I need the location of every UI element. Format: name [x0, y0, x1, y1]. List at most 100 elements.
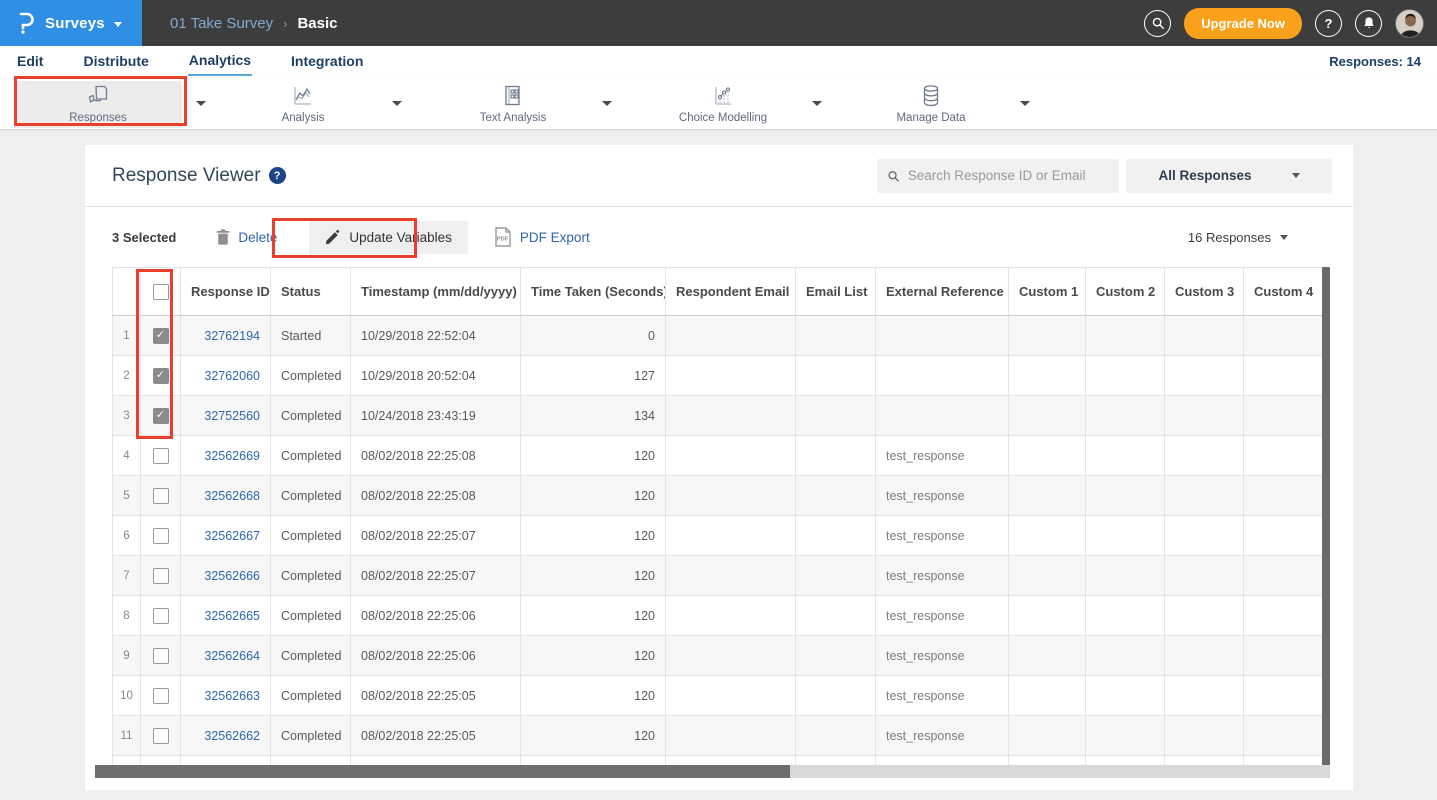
custom-3-cell [1165, 596, 1244, 636]
filter-selected-value: All Responses [1158, 168, 1251, 183]
response-id-link[interactable]: 32562668 [204, 489, 260, 503]
response-id-link[interactable]: 32562669 [204, 449, 260, 463]
custom-2-cell [1086, 676, 1165, 716]
toolbar-item-caret[interactable] [1020, 101, 1030, 106]
tab-integration[interactable]: Integration [290, 48, 364, 75]
vertical-scrollbar[interactable] [1322, 267, 1330, 765]
help-icon[interactable]: ? [1315, 10, 1342, 37]
title-help-icon[interactable]: ? [269, 167, 286, 184]
response-filter-dropdown[interactable]: All Responses [1126, 159, 1332, 193]
respondent-email-cell [666, 516, 796, 556]
response-id-link[interactable]: 32762194 [204, 329, 260, 343]
response-id-link[interactable]: 32562662 [204, 729, 260, 743]
row-checkbox[interactable] [153, 448, 169, 464]
toolbar-item-label: Text Analysis [480, 112, 546, 124]
custom-1-cell [1009, 716, 1086, 756]
response-id-link[interactable]: 32562666 [204, 569, 260, 583]
analytics-toolbar: Responses Analysis Text Analysis Choice Mod… [0, 77, 1437, 130]
row-checkbox[interactable] [153, 528, 169, 544]
custom-4-cell [1244, 436, 1323, 476]
email-list-cell [796, 756, 876, 766]
delete-label: Delete [238, 230, 277, 245]
breadcrumb-survey-name[interactable]: 01 Take Survey [170, 15, 273, 32]
respondent-email-cell [666, 756, 796, 766]
search-icon[interactable] [1144, 10, 1171, 37]
select-all-checkbox[interactable] [153, 284, 169, 300]
status-cell: Completed [271, 396, 351, 436]
custom-2-cell [1086, 356, 1165, 396]
row-number: 7 [113, 556, 141, 596]
status-cell [271, 756, 351, 766]
column-header-response-id[interactable]: Response ID▲▼ [181, 268, 271, 316]
search-input[interactable] [908, 168, 1109, 183]
response-id-link[interactable]: 32562665 [204, 609, 260, 623]
row-checkbox[interactable] [153, 488, 169, 504]
toolbar-item-caret[interactable] [812, 101, 822, 106]
row-checkbox-cell [141, 716, 181, 756]
toolbar-item-label: Analysis [282, 112, 325, 124]
row-checkbox[interactable]: ✓ [153, 408, 169, 424]
custom-3-cell [1165, 636, 1244, 676]
chevron-down-icon [1292, 173, 1300, 178]
response-id-link[interactable]: 32562663 [204, 689, 260, 703]
tab-analytics[interactable]: Analytics [188, 47, 252, 76]
column-header-timestamp-mm-dd-yyyy-[interactable]: Timestamp (mm/dd/yyyy)▲▼ [351, 268, 521, 316]
update-variables-button[interactable]: Update Variables [309, 221, 468, 254]
response-id-cell: 32562666 [181, 556, 271, 596]
user-avatar[interactable] [1395, 9, 1424, 38]
response-id-link[interactable]: 32562667 [204, 529, 260, 543]
row-checkbox[interactable] [153, 688, 169, 704]
surveys-menu[interactable]: Surveys [0, 0, 142, 46]
column-header-label: Timestamp (mm/dd/yyyy) [361, 284, 517, 299]
tab-distribute[interactable]: Distribute [82, 48, 149, 75]
column-header-label: Respondent Email [676, 284, 789, 299]
row-checkbox[interactable] [153, 648, 169, 664]
response-id-cell: 32562663 [181, 676, 271, 716]
toolbar-item-caret[interactable] [602, 101, 612, 106]
table-row: 432562669Completed08/02/2018 22:25:08120… [113, 436, 1323, 476]
column-header-time-taken-seconds-[interactable]: Time Taken (Seconds)▲▼ [521, 268, 666, 316]
custom-2-cell [1086, 476, 1165, 516]
toolbar-item-responses[interactable]: Responses [14, 81, 182, 128]
toolbar-item-analysis[interactable]: Analysis [228, 81, 378, 128]
upgrade-now-button[interactable]: Upgrade Now [1184, 8, 1302, 39]
respondent-email-cell [666, 396, 796, 436]
breadcrumb-separator: › [283, 16, 287, 31]
row-checkbox[interactable] [153, 608, 169, 624]
responses-dropdown-label: 16 Responses [1188, 230, 1271, 245]
custom-3-cell [1165, 516, 1244, 556]
custom-3-cell [1165, 716, 1244, 756]
horizontal-scrollbar-thumb[interactable] [95, 765, 790, 778]
notifications-bell-icon[interactable] [1355, 10, 1382, 37]
respondent-email-cell [666, 556, 796, 596]
response-id-cell: 32562664 [181, 636, 271, 676]
row-checkbox[interactable] [153, 568, 169, 584]
toolbar-item-manage-data[interactable]: Manage Data [856, 81, 1006, 128]
custom-2-cell [1086, 396, 1165, 436]
row-checkbox[interactable]: ✓ [153, 328, 169, 344]
tab-edit[interactable]: Edit [16, 48, 44, 75]
response-id-link[interactable]: 32762060 [204, 369, 260, 383]
custom-2-cell [1086, 756, 1165, 766]
delete-button[interactable]: Delete [216, 229, 277, 245]
toolbar-item-caret[interactable] [392, 101, 402, 106]
row-checkbox[interactable] [153, 728, 169, 744]
responses-count-dropdown[interactable]: 16 Responses [1188, 230, 1288, 245]
breadcrumb-current-page: Basic [297, 15, 337, 32]
custom-3-cell [1165, 556, 1244, 596]
response-id-link[interactable]: 32752560 [204, 409, 260, 423]
toolbar-item-choice-modelling[interactable]: Choice Modelling [648, 81, 798, 128]
column-header-label: Custom 3 [1175, 284, 1234, 299]
timestamp-cell: 10/24/2018 23:43:19 [351, 396, 521, 436]
external-reference-cell: test_response [876, 596, 1009, 636]
row-number: 8 [113, 596, 141, 636]
pdf-export-button[interactable]: PDF PDF Export [494, 227, 590, 247]
horizontal-scrollbar-track[interactable] [95, 765, 1330, 778]
email-list-cell [796, 356, 876, 396]
section-nav: EditDistributeAnalyticsIntegration Respo… [0, 46, 1437, 77]
row-checkbox[interactable]: ✓ [153, 368, 169, 384]
response-id-link[interactable]: 32562664 [204, 649, 260, 663]
toolbar-item-caret[interactable] [196, 101, 206, 106]
toolbar-item-text-analysis[interactable]: Text Analysis [438, 81, 588, 128]
email-list-cell [796, 316, 876, 356]
